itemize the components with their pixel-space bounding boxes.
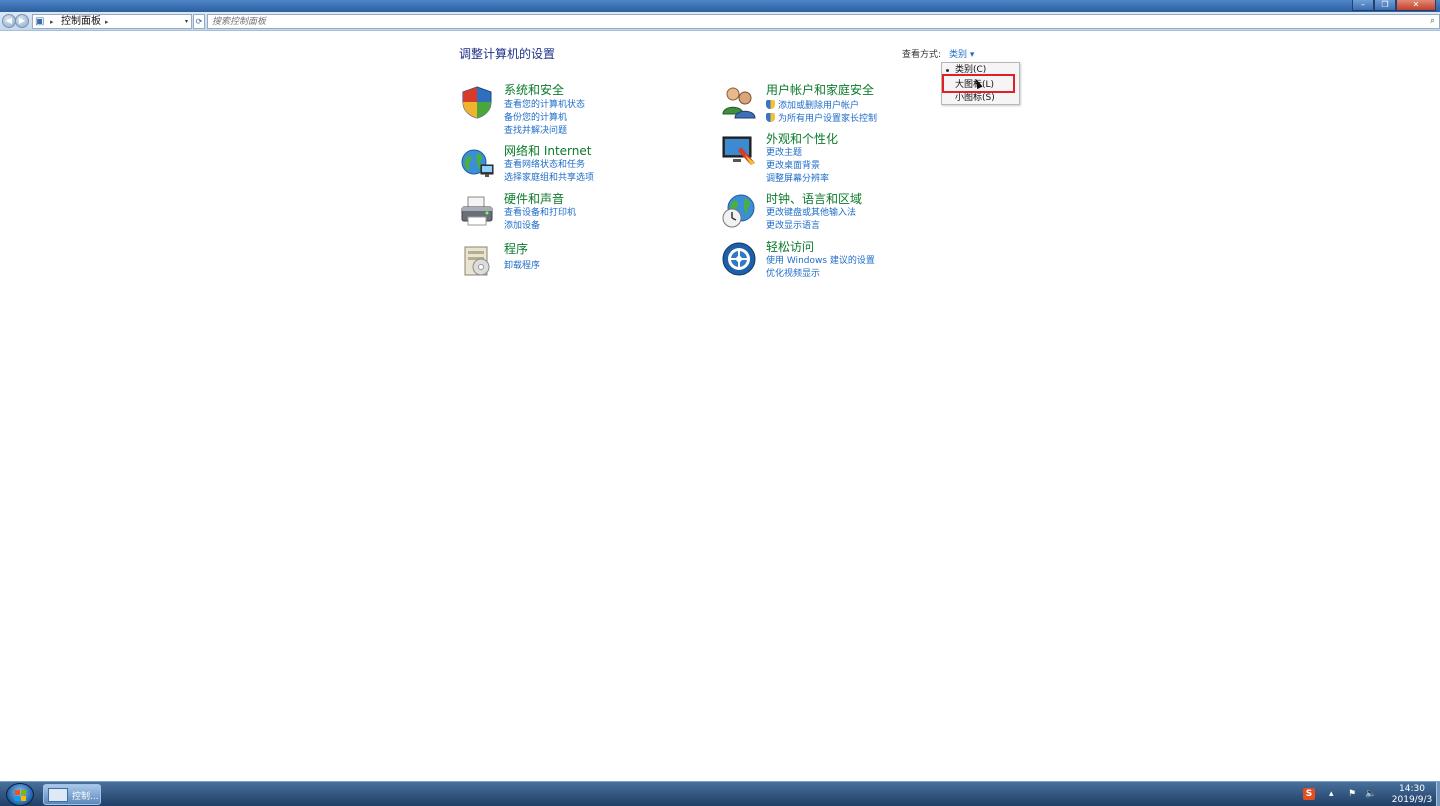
link-add-device[interactable]: 添加设备: [504, 221, 540, 232]
category-title[interactable]: 硬件和声音: [504, 193, 564, 206]
users-icon[interactable]: [721, 84, 757, 120]
window-controls: – ❐ ✕: [1352, 0, 1436, 11]
close-button[interactable]: ✕: [1396, 0, 1436, 11]
shield-icon[interactable]: [459, 84, 495, 120]
start-button[interactable]: [6, 783, 34, 806]
category-ease-of-access: 轻松访问 使用 Windows 建议的设置 优化视频显示: [721, 241, 921, 281]
control-panel-icon: ▣: [35, 16, 45, 27]
address-dropdown-icon[interactable]: ▾: [185, 16, 188, 28]
link-windows-recommended-settings[interactable]: 使用 Windows 建议的设置: [766, 256, 875, 267]
link-uninstall-program[interactable]: 卸载程序: [504, 261, 540, 272]
category-hardware-sound: 硬件和声音 查看设备和打印机 添加设备: [459, 193, 659, 233]
link-change-input-method[interactable]: 更改键盘或其他输入法: [766, 208, 856, 219]
category-title[interactable]: 程序: [504, 243, 528, 256]
menu-item-small-icons[interactable]: 小图标(S): [955, 93, 995, 104]
link-view-computer-status[interactable]: 查看您的计算机状态: [504, 100, 585, 111]
ease-of-access-icon[interactable]: [721, 241, 757, 277]
maximize-button[interactable]: ❐: [1374, 0, 1396, 11]
ime-icon[interactable]: S: [1303, 788, 1315, 800]
link-text[interactable]: 为所有用户设置家长控制: [778, 114, 877, 124]
uac-shield-icon: [766, 100, 775, 109]
show-hidden-icons-icon[interactable]: ▴: [1329, 788, 1334, 800]
link-network-status[interactable]: 查看网络状态和任务: [504, 160, 585, 171]
link-desktop-background[interactable]: 更改桌面背景: [766, 161, 820, 172]
navigation-bar: ◀ ▶ ▣ ▸ 控制面板 ▸ ▾ ⟳ ⌕: [0, 12, 1440, 31]
category-title[interactable]: 用户帐户和家庭安全: [766, 84, 874, 97]
monitor-icon[interactable]: [721, 133, 757, 169]
windows-logo-icon: [15, 790, 26, 801]
category-title[interactable]: 时钟、语言和区域: [766, 193, 862, 206]
category-title[interactable]: 外观和个性化: [766, 133, 838, 146]
taskbar-item-control-panel[interactable]: 控制...: [43, 784, 101, 805]
programs-icon[interactable]: [459, 243, 495, 279]
clock-time[interactable]: 14:30: [1392, 784, 1432, 794]
link-troubleshoot[interactable]: 查找并解决问题: [504, 126, 567, 137]
window-titlebar: – ❐ ✕: [0, 0, 1440, 12]
search-input[interactable]: [212, 15, 1412, 28]
link-parental-controls[interactable]: 为所有用户设置家长控制: [766, 113, 877, 125]
category-network-internet: 网络和 Internet 查看网络状态和任务 选择家庭组和共享选项: [459, 145, 659, 185]
category-clock-language-region: 时钟、语言和区域 更改键盘或其他输入法 更改显示语言: [721, 193, 921, 233]
link-change-theme[interactable]: 更改主题: [766, 148, 802, 159]
link-screen-resolution[interactable]: 调整屏幕分辨率: [766, 174, 829, 185]
show-desktop-button[interactable]: [1436, 782, 1440, 806]
back-button[interactable]: ◀: [2, 14, 16, 28]
action-center-flag-icon[interactable]: ⚑: [1348, 788, 1356, 800]
printer-icon[interactable]: [459, 193, 495, 229]
search-icon[interactable]: ⌕: [1430, 16, 1435, 27]
screen: – ❐ ✕ ◀ ▶ ▣ ▸ 控制面板 ▸ ▾ ⟳ ⌕ 调整计算机的设置 查看方式…: [0, 0, 1440, 806]
refresh-button[interactable]: ⟳: [193, 14, 205, 29]
globe-clock-icon[interactable]: [721, 193, 757, 229]
link-add-remove-users[interactable]: 添加或删除用户帐户: [766, 100, 859, 112]
category-title[interactable]: 轻松访问: [766, 241, 814, 254]
category-user-accounts: 用户帐户和家庭安全 添加或删除用户帐户 为所有用户设置家长控制: [721, 84, 921, 124]
link-display-language[interactable]: 更改显示语言: [766, 221, 820, 232]
page-title: 调整计算机的设置: [459, 47, 556, 61]
link-backup-computer[interactable]: 备份您的计算机: [504, 113, 567, 124]
category-programs: 程序 卸载程序: [459, 243, 659, 279]
search-box[interactable]: ⌕: [207, 14, 1440, 29]
category-title[interactable]: 网络和 Internet: [504, 145, 591, 158]
category-system-security: 系统和安全 查看您的计算机状态 备份您的计算机 查找并解决问题: [459, 84, 659, 140]
category-appearance: 外观和个性化 更改主题 更改桌面背景 调整屏幕分辨率: [721, 133, 921, 185]
link-optimize-video[interactable]: 优化视频显示: [766, 269, 820, 280]
address-bar[interactable]: ▣ ▸ 控制面板 ▸ ▾: [32, 14, 192, 29]
minimize-button[interactable]: –: [1352, 0, 1374, 11]
clock-date[interactable]: 2019/9/3: [1389, 795, 1435, 805]
taskbar-item-label: 控制...: [72, 792, 99, 802]
uac-shield-icon: [766, 113, 775, 122]
view-by-label: 查看方式:: [902, 50, 942, 60]
breadcrumb-control-panel[interactable]: 控制面板: [61, 16, 101, 28]
view-by-dropdown[interactable]: 类别 ▾: [949, 47, 974, 60]
network-globe-icon[interactable]: [459, 145, 495, 181]
link-homegroup-sharing[interactable]: 选择家庭组和共享选项: [504, 173, 594, 184]
volume-icon[interactable]: 🔈: [1365, 788, 1376, 800]
link-devices-printers[interactable]: 查看设备和打印机: [504, 208, 576, 219]
link-text[interactable]: 添加或删除用户帐户: [778, 101, 859, 111]
forward-button[interactable]: ▶: [15, 14, 29, 28]
category-title[interactable]: 系统和安全: [504, 84, 564, 97]
breadcrumb-arrow-icon[interactable]: ▸: [105, 16, 109, 28]
breadcrumb-arrow-icon[interactable]: ▸: [50, 16, 54, 28]
control-panel-icon: [48, 788, 68, 802]
selected-bullet-icon: [946, 69, 949, 72]
taskbar: 控制... S ▴ ⚑ 🔈 14:30 2019/9/3: [0, 781, 1440, 806]
